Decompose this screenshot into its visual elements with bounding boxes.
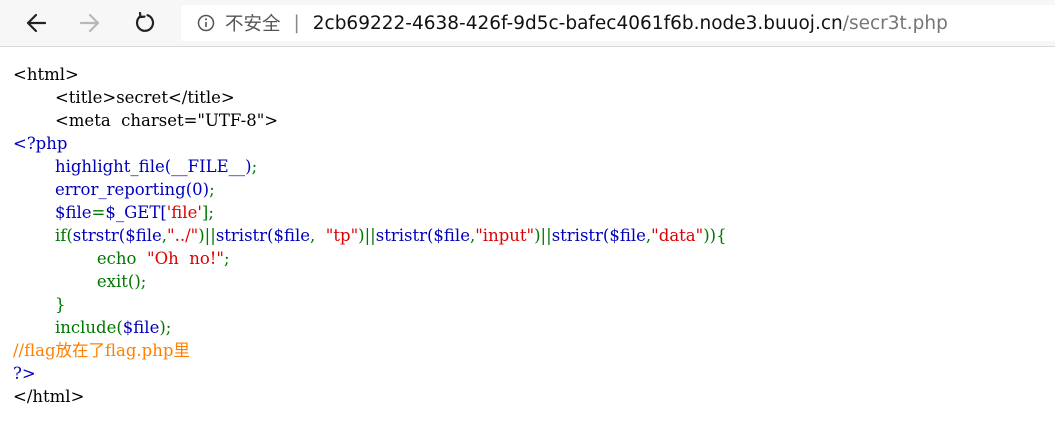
code-token: "tp" [325,226,359,245]
back-button[interactable] [19,6,53,40]
code-token: "Oh no!" [146,249,224,268]
address-bar[interactable]: 不安全 | 2cb69222-4638-426f-9d5c-bafec4061f… [181,5,1055,41]
code-token: $file [273,226,311,245]
code-line-3: <meta charset="UTF-8"> [13,111,279,130]
code-token: } [54,295,66,314]
info-icon[interactable] [197,14,215,32]
refresh-icon [135,12,155,32]
code-line-4: <?php [13,134,68,153]
code-token: $_GET[ [105,203,167,222]
code-line-2: <title>secret</title> [13,88,235,107]
code-token: ; [251,157,258,176]
code-token: )|| [534,226,552,245]
code-token: ; [209,180,215,199]
code-token: "input" [475,226,535,245]
code-token: "../" [167,226,199,245]
code-token: )|| [198,226,216,245]
back-arrow-icon [26,13,47,33]
refresh-button[interactable] [128,6,162,40]
code-token: $file [433,226,470,245]
code-token: exit() [96,272,141,291]
browser-toolbar: 不安全 | 2cb69222-4638-426f-9d5c-bafec4061f… [0,0,1055,47]
code-token: $file [125,226,162,245]
code-token: echo [96,249,147,268]
code-line-15: </html> [13,387,85,406]
code-token: stristr( [375,226,434,245]
url-host[interactable]: 2cb69222-4638-426f-9d5c-bafec4061f6b.nod… [313,13,843,34]
forward-arrow-icon [79,13,100,33]
code-token: include( [54,318,123,337]
code-token: 'file' [166,203,202,222]
code-token: strstr( [72,226,126,245]
code-token: ; [224,249,230,268]
code-token: if( [54,226,73,245]
code-token: )|| [358,226,376,245]
code-token: error_reporting(0) [54,180,210,199]
code-token: , [310,226,326,245]
code-token: ; [140,272,147,291]
code-token: $file [609,226,646,245]
code-token: stristr( [215,226,274,245]
code-token: ); [159,318,172,337]
address-separator: | [293,12,300,34]
code-token: )){ [703,226,727,245]
code-line-1: <html> [13,65,79,84]
forward-button[interactable] [73,6,107,40]
code-token: stristr( [551,226,610,245]
code-token: $file [122,318,160,337]
code-comment: //flag放在了flag.php里 [13,341,190,360]
code-token: highlight_file(__FILE__) [54,157,252,176]
code-token: $file [54,203,92,222]
code-token: "data" [651,226,704,245]
url-path[interactable]: /secr3t.php [843,13,948,34]
security-status-label[interactable]: 不安全 [225,10,281,36]
code-line-14: ?> [13,364,36,383]
code-token: = [91,203,106,222]
code-token: ]; [201,203,214,222]
php-source-code: <html> <title>secret</title> <meta chars… [13,63,727,408]
